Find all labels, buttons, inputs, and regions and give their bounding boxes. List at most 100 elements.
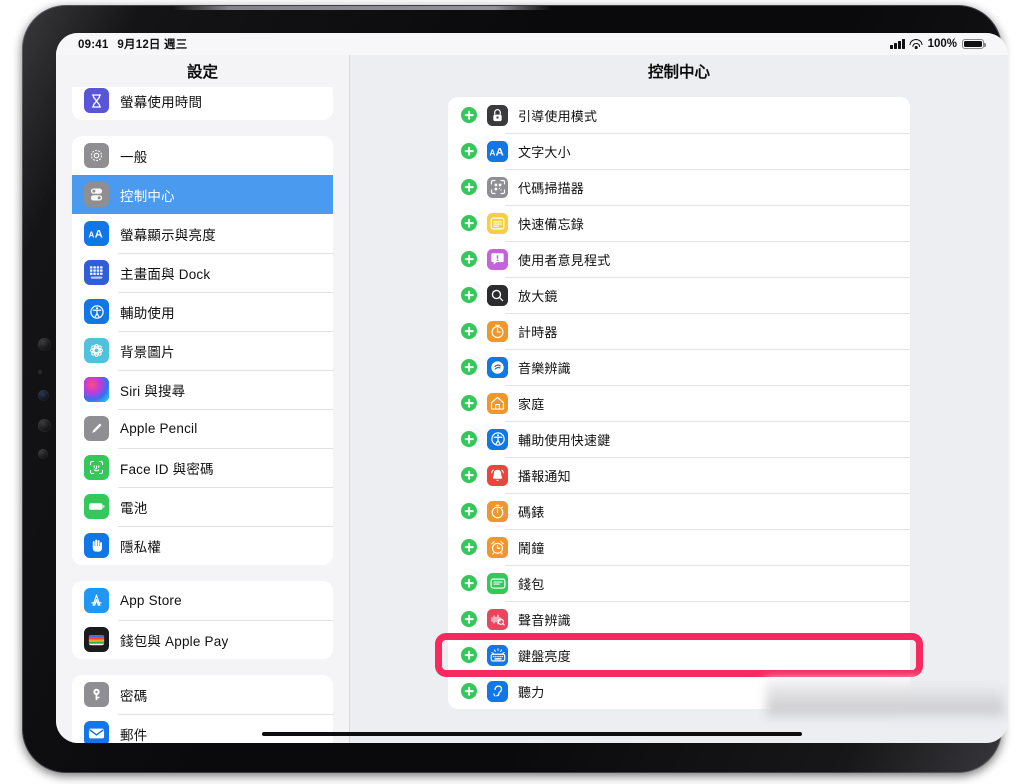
sidebar-item-9[interactable]: Face ID 與密碼	[72, 448, 333, 487]
control-item-row[interactable]: A A 文字大小	[448, 133, 910, 169]
control-item-row[interactable]: 家庭	[448, 385, 910, 421]
add-control-button[interactable]	[461, 647, 477, 663]
add-control-button[interactable]	[461, 395, 477, 411]
sidebar-title: 設定	[186, 64, 218, 81]
control-item-row[interactable]: 碼錶	[448, 493, 910, 529]
add-control-button[interactable]	[461, 431, 477, 447]
hearing-icon	[487, 680, 508, 702]
timer-icon	[487, 320, 508, 342]
sidebar-item-1[interactable]: 一般	[72, 136, 333, 175]
privacy-hand-icon	[84, 533, 109, 558]
alarm-clock-icon	[487, 536, 508, 558]
accessibility-icon	[487, 428, 508, 450]
sidebar-item-11[interactable]: 隱私權	[72, 526, 333, 565]
control-center-scroll-area[interactable]: 引導使用模式 A A 文字大小 代碼掃描器快速備忘錄使用者意見程式 放大鏡 計時器 音樂辨識家…	[350, 87, 1008, 743]
control-item-row[interactable]: 快速備忘錄	[448, 205, 910, 241]
sidebar-group: 螢幕使用時間	[72, 87, 333, 120]
add-control-button[interactable]	[461, 359, 477, 375]
add-control-button[interactable]	[461, 611, 477, 627]
control-item-label: 鬧鐘	[518, 540, 545, 556]
sidebar-group: App Store 錢包與 Apple Pay	[72, 581, 333, 659]
qr-scanner-icon	[487, 176, 508, 198]
control-item-row[interactable]: 放大鏡	[448, 277, 910, 313]
sidebar-item-label: 錢包與 Apple Pay	[120, 633, 229, 649]
guided-access-icon	[487, 104, 508, 126]
key-icon	[84, 682, 109, 707]
add-control-button[interactable]	[461, 575, 477, 591]
sidebar-item-6[interactable]: 背景圖片	[72, 331, 333, 370]
sidebar-item-label: Siri 與搜尋	[120, 383, 186, 399]
status-bar: 09:41 9月12日 週三 100%	[56, 33, 1008, 55]
control-item-label: 碼錶	[518, 504, 545, 520]
control-item-row[interactable]: 聲音辨識	[448, 601, 910, 637]
add-control-button[interactable]	[461, 503, 477, 519]
control-item-label: 家庭	[518, 396, 545, 412]
mail-icon	[84, 721, 109, 743]
sidebar-item-4[interactable]: 主畫面與 Dock	[72, 253, 333, 292]
add-control-button[interactable]	[461, 251, 477, 267]
siri-icon	[84, 377, 109, 402]
sidebar-group: 一般控制中心 A A 螢幕顯示與亮度 主畫面與 Dock 輔助使用背景圖片 Siri 與搜…	[72, 136, 333, 565]
sidebar-item-label: Apple Pencil	[120, 421, 198, 436]
sidebar-item-label: 一般	[120, 149, 148, 165]
control-item-row[interactable]: 鬧鐘	[448, 529, 910, 565]
control-item-row[interactable]: 引導使用模式	[448, 97, 910, 133]
sidebar-item-2[interactable]: 郵件	[72, 714, 333, 743]
wifi-icon	[909, 39, 923, 49]
add-control-button[interactable]	[461, 683, 477, 699]
control-item-row-highlighted[interactable]: 鍵盤亮度	[448, 637, 910, 673]
sidebar-item-label: 隱私權	[120, 539, 162, 555]
appstore-icon	[84, 588, 109, 613]
control-center-pane: 控制中心 引導使用模式 A A 文字大小 代碼掃描器 快速備忘錄 使用者意見程式 放大鏡 計時器…	[350, 55, 1008, 743]
sidebar-item-5[interactable]: 輔助使用	[72, 292, 333, 331]
sidebar-scroll-area[interactable]: 螢幕使用時間一般控制中心 A A 螢幕顯示與亮度 主畫面與 Dock 輔助使用背景圖片 S…	[56, 87, 349, 743]
text-size-icon: AA	[84, 221, 109, 246]
control-item-label: 快速備忘錄	[518, 216, 585, 232]
sound-recognition-icon	[487, 608, 508, 630]
sidebar-item-8[interactable]: Apple Pencil	[72, 409, 333, 448]
sidebar-item-2[interactable]: 錢包與 Apple Pay	[72, 620, 333, 659]
sidebar-item-1[interactable]: 密碼	[72, 675, 333, 714]
battery-icon	[84, 494, 109, 519]
sidebar-item-1[interactable]: 螢幕使用時間	[72, 87, 333, 120]
add-control-button[interactable]	[461, 539, 477, 555]
add-control-button[interactable]	[461, 143, 477, 159]
sliders-icon	[84, 182, 109, 207]
sidebar-item-7[interactable]: Siri 與搜尋	[72, 370, 333, 409]
control-item-row[interactable]: 錢包	[448, 565, 910, 601]
add-control-button[interactable]	[461, 323, 477, 339]
add-control-button[interactable]	[461, 287, 477, 303]
settings-sidebar: 設定 螢幕使用時間一般控制中心 A A 螢幕顯示與亮度 主畫面與 Dock 輔助使用背景…	[56, 55, 350, 743]
control-item-row[interactable]: 音樂辨識	[448, 349, 910, 385]
sidebar-item-label: Face ID 與密碼	[120, 461, 214, 477]
sidebar-item-label: 郵件	[120, 727, 148, 743]
add-control-button[interactable]	[461, 467, 477, 483]
pencil-icon	[84, 416, 109, 441]
feedback-icon	[487, 248, 508, 270]
sidebar-item-label: App Store	[120, 593, 182, 608]
control-item-row[interactable]: 輔助使用快速鍵	[448, 421, 910, 457]
status-time: 09:41	[78, 39, 109, 51]
sidebar-item-2-selected[interactable]: 控制中心	[72, 175, 333, 214]
control-item-row[interactable]: 計時器	[448, 313, 910, 349]
sidebar-item-label: 背景圖片	[120, 344, 175, 360]
add-control-button[interactable]	[461, 179, 477, 195]
sidebar-item-1[interactable]: App Store	[72, 581, 333, 620]
accessibility-icon	[84, 299, 109, 324]
sidebar-item-3[interactable]: A A 螢幕顯示與亮度	[72, 214, 333, 253]
sidebar-item-label: 螢幕顯示與亮度	[120, 227, 216, 243]
control-item-row[interactable]: 使用者意見程式	[448, 241, 910, 277]
add-control-button[interactable]	[461, 215, 477, 231]
control-item-row[interactable]: 代碼掃描器	[448, 169, 910, 205]
control-item-label: 錢包	[518, 576, 545, 592]
sidebar-item-label: 控制中心	[120, 188, 175, 204]
wallpaper-icon	[84, 338, 109, 363]
sidebar-item-label: 輔助使用	[120, 305, 175, 321]
home-icon	[487, 392, 508, 414]
control-item-label: 輔助使用快速鍵	[518, 432, 611, 448]
control-item-row[interactable]: 播報通知	[448, 457, 910, 493]
sidebar-item-10[interactable]: 電池	[72, 487, 333, 526]
control-item-label: 鍵盤亮度	[518, 648, 571, 664]
add-control-button[interactable]	[461, 107, 477, 123]
home-indicator[interactable]	[262, 731, 802, 736]
